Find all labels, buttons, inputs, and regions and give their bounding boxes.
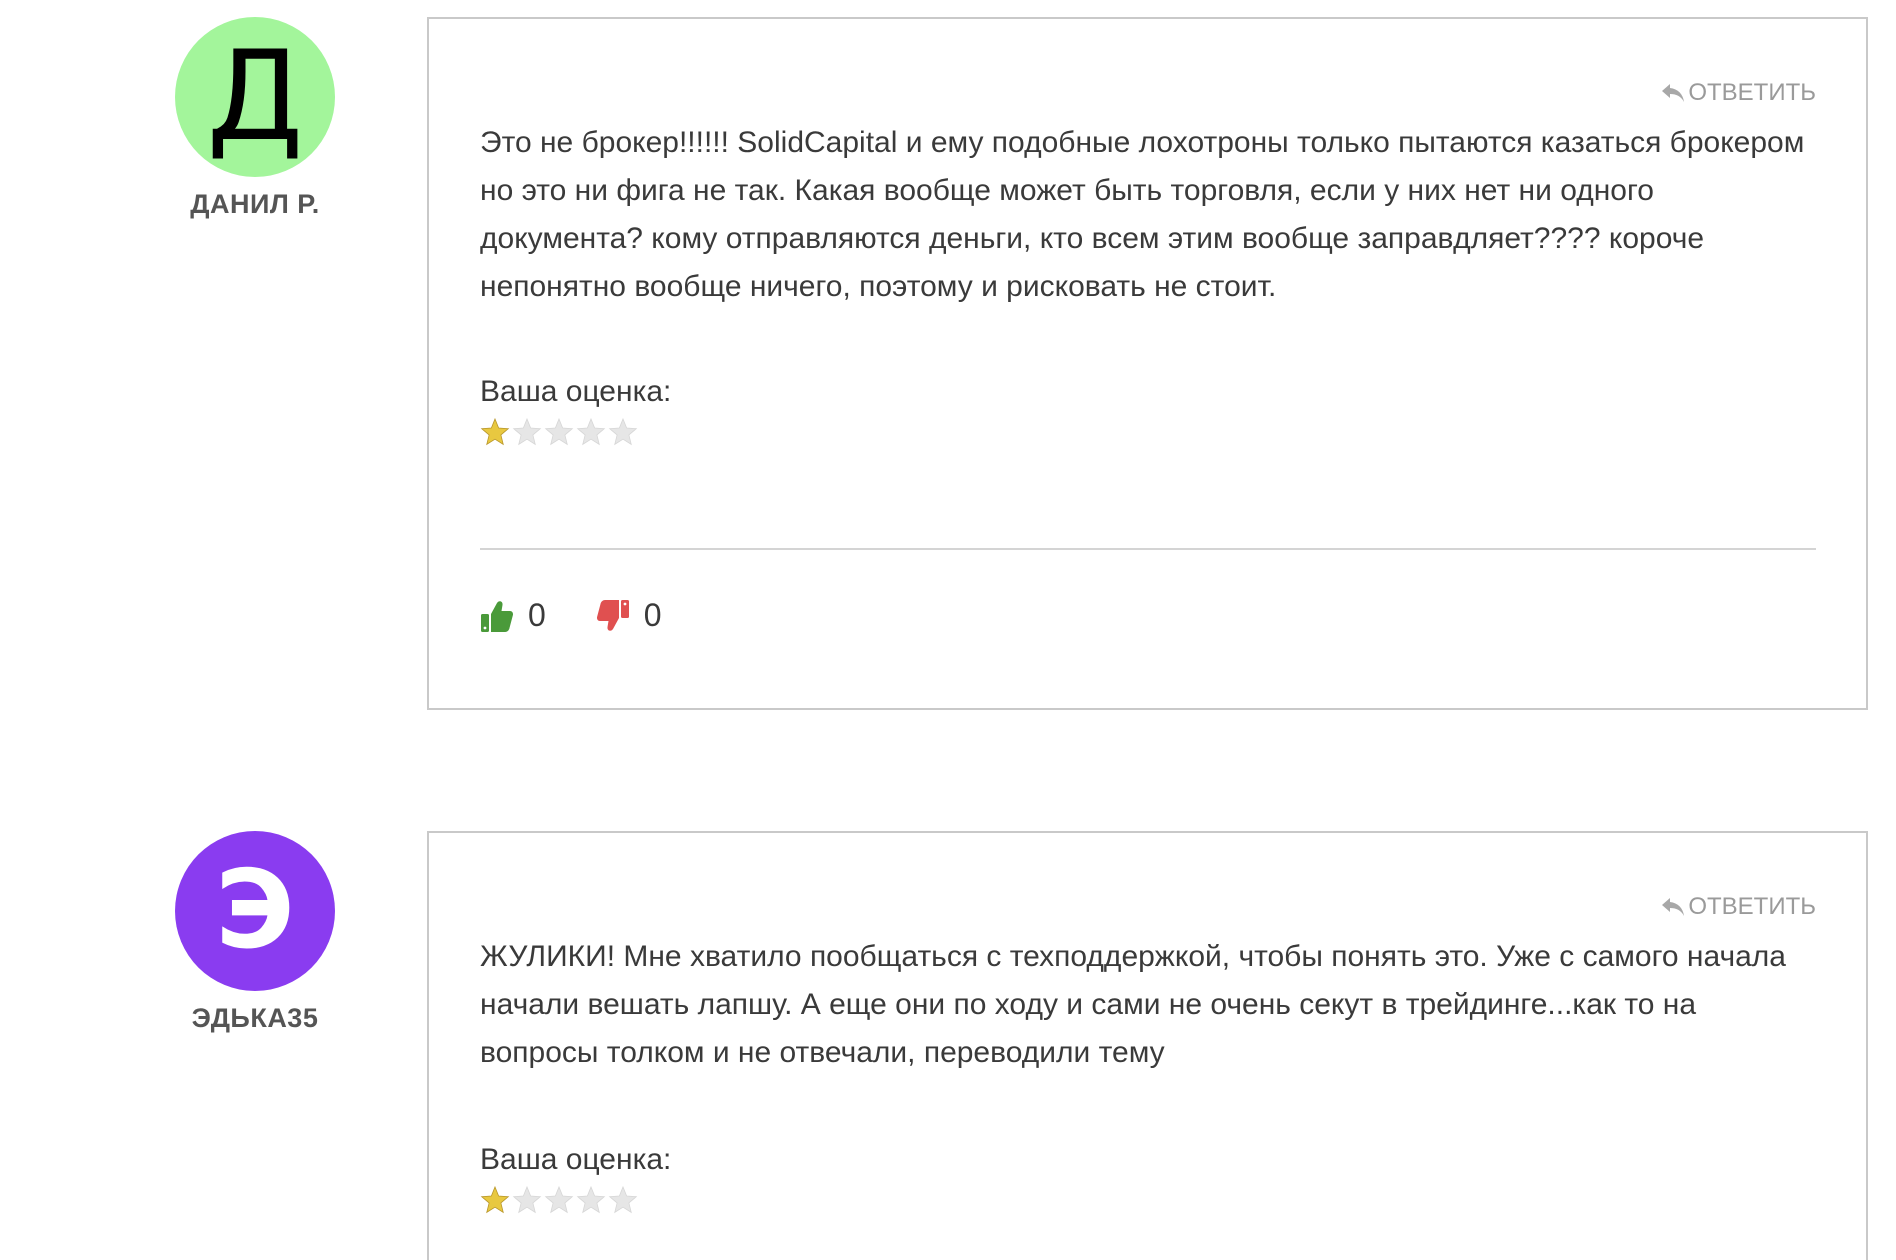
vote-controls: 0 0 <box>480 597 662 634</box>
reply-arrow-icon <box>1662 898 1685 916</box>
avatar-letter: Э <box>215 848 295 973</box>
comment-card: ОТВЕТИТЬ Это не брокер!!!!!! SolidCapita… <box>427 17 1868 710</box>
rating-label: Ваша оценка: <box>480 375 672 408</box>
star-icon[interactable] <box>544 1185 574 1215</box>
rating-stars <box>480 417 638 447</box>
star-icon[interactable] <box>544 417 574 447</box>
star-icon[interactable] <box>576 417 606 447</box>
comment-author: Э ЭДЬКА35 <box>150 831 360 1034</box>
comment-text: Это не брокер!!!!!! SolidCapital и ему п… <box>480 126 1805 303</box>
thumbs-up-icon <box>481 600 514 632</box>
reply-label: ОТВЕТИТЬ <box>1688 893 1816 920</box>
like-count: 0 <box>528 597 546 633</box>
avatar: Э <box>175 831 335 991</box>
author-name: ЭДЬКА35 <box>191 1003 319 1033</box>
star-icon[interactable] <box>608 1185 638 1215</box>
avatar: Д <box>175 17 335 177</box>
like-button[interactable]: 0 <box>480 597 546 634</box>
dislike-count: 0 <box>643 597 662 633</box>
reply-label: ОТВЕТИТЬ <box>1688 79 1816 106</box>
author-name: ДАНИЛ Р. <box>190 189 320 219</box>
star-icon[interactable] <box>480 417 510 447</box>
star-icon[interactable] <box>512 1185 542 1215</box>
reply-button[interactable]: ОТВЕТИТЬ <box>1660 79 1816 107</box>
thumbs-down-icon <box>596 599 629 631</box>
comment-author: Д ДАНИЛ Р. <box>150 17 360 220</box>
star-icon[interactable] <box>576 1185 606 1215</box>
comment-card: ОТВЕТИТЬ ЖУЛИКИ! Мне хватило пообщаться … <box>427 831 1868 1260</box>
star-icon[interactable] <box>608 417 638 447</box>
rating-stars <box>480 1185 638 1215</box>
star-icon[interactable] <box>512 417 542 447</box>
star-icon[interactable] <box>480 1185 510 1215</box>
comment-text: ЖУЛИКИ! Мне хватило пообщаться с техподд… <box>480 940 1786 1069</box>
avatar-letter: Д <box>206 25 304 169</box>
divider <box>480 548 1816 550</box>
rating-label: Ваша оценка: <box>480 1143 672 1176</box>
comments-page: Д ДАНИЛ Р. ОТВЕТИТЬ Это не брокер!!!!!! … <box>0 0 1896 1260</box>
dislike-button[interactable]: 0 <box>596 597 662 634</box>
reply-arrow-icon <box>1662 84 1685 102</box>
reply-button[interactable]: ОТВЕТИТЬ <box>1660 893 1816 921</box>
